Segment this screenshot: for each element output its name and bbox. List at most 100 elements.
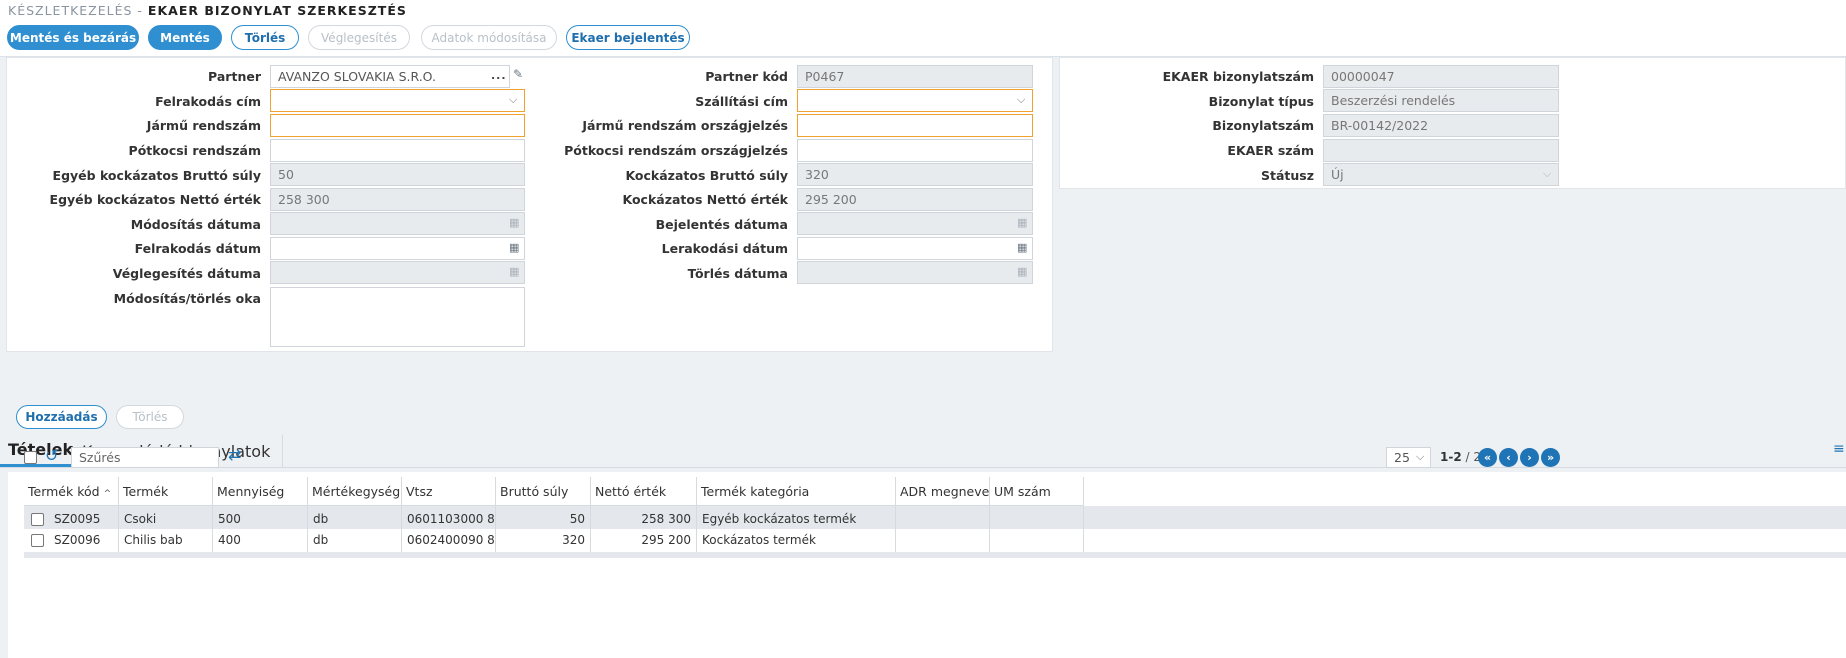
report-date-label: Bejelentés dátuma <box>655 217 788 232</box>
page-title: EKAER BIZONYLAT SZERKESZTÉS <box>147 3 407 18</box>
loading-address-select[interactable] <box>270 89 525 112</box>
partner-field[interactable]: AVANZO SLOVAKIA S.R.O. <box>270 65 510 88</box>
loading-date-input[interactable] <box>270 237 525 260</box>
doc-type-field: Beszerzési rendelés <box>1323 89 1559 112</box>
settings-icon[interactable]: ≡ <box>1833 441 1845 457</box>
partner-code-label: Partner kód <box>705 69 788 84</box>
vehicle-country-input[interactable] <box>797 114 1033 137</box>
tab-items[interactable]: Tételek <box>0 435 82 467</box>
column-header-unit[interactable]: Mértékegység <box>308 477 402 506</box>
partner-label: Partner <box>208 69 261 84</box>
ekaer-number-label: EKAER szám <box>1227 143 1314 158</box>
column-label: Termék kód <box>28 484 100 499</box>
reason-textarea[interactable] <box>270 287 525 347</box>
column-header-product[interactable]: Termék <box>119 477 213 506</box>
loading-address-label: Felrakodás cím <box>155 94 261 109</box>
reason-label: Módosítás/törlés oka <box>113 291 261 306</box>
column-header-quantity[interactable]: Mennyiség <box>213 477 308 506</box>
breadcrumb: KÉSZLETKEZELÉS - EKAER BIZONYLAT SZERKES… <box>8 3 407 18</box>
column-header-category[interactable]: Termék kategória <box>697 477 896 506</box>
unloading-date-input[interactable] <box>797 237 1033 260</box>
prev-page-icon[interactable]: ‹ <box>1499 448 1518 467</box>
column-header-un-number[interactable]: UM szám <box>990 477 1084 506</box>
ekaer-report-button[interactable]: Ekaer bejelentés <box>566 25 690 50</box>
row-checkbox[interactable] <box>31 534 44 547</box>
first-page-icon[interactable]: « <box>1478 448 1497 467</box>
other-gross-weight-label: Egyéb kockázatos Bruttó súly <box>52 168 261 183</box>
column-header-gross-weight[interactable]: Bruttó súly <box>496 477 591 506</box>
calendar-icon: ▦ <box>1017 216 1028 229</box>
chevron-down-icon[interactable]: ⌵ <box>1416 450 1424 464</box>
swap-columns-icon[interactable]: ⇄ <box>228 445 241 464</box>
page-range: 1-2 <box>1440 450 1462 464</box>
risky-net-value-field: 295 200 <box>797 188 1033 211</box>
other-net-value-field: 258 300 <box>270 188 525 211</box>
doc-number-field: BR-00142/2022 <box>1323 114 1559 137</box>
finalization-date-label: Véglegesítés dátuma <box>112 266 261 281</box>
column-header-product-code[interactable]: Termék kód ^ <box>24 477 119 506</box>
partner-code-field: P0467 <box>797 65 1033 88</box>
ekaer-doc-number-label: EKAER bizonylatszám <box>1162 69 1314 84</box>
refresh-icon[interactable]: ↺ <box>45 446 58 465</box>
risky-gross-weight-field: 320 <box>797 163 1033 186</box>
trailer-plate-input[interactable] <box>270 139 525 162</box>
finalization-date-field <box>270 261 525 284</box>
delivery-address-select[interactable] <box>797 89 1033 112</box>
column-header-adr-name[interactable]: ADR megnevezés <box>896 477 990 506</box>
doc-number-label: Bizonylatszám <box>1212 118 1314 133</box>
doc-type-label: Bizonylat típus <box>1208 94 1314 109</box>
chevron-down-icon[interactable]: ⌵ <box>1017 93 1025 107</box>
modify-data-button[interactable]: Adatok módosítása <box>421 25 557 50</box>
calendar-icon: ▦ <box>509 265 520 278</box>
trailer-plate-label: Pótkocsi rendszám <box>128 143 261 158</box>
deletion-date-field <box>797 261 1033 284</box>
add-item-button[interactable]: Hozzáadás <box>16 405 107 429</box>
ekaer-number-field <box>1323 139 1559 162</box>
save-close-button[interactable]: Mentés és bezárás <box>7 25 139 50</box>
unloading-date-label: Lerakodási dátum <box>661 241 788 256</box>
trailer-country-input[interactable] <box>797 139 1033 162</box>
other-gross-weight-field: 50 <box>270 163 525 186</box>
delivery-address-label: Szállítási cím <box>695 94 788 109</box>
report-date-field <box>797 212 1033 235</box>
edit-icon[interactable]: ✎ <box>513 67 523 81</box>
status-select: Új <box>1323 163 1559 186</box>
top-toolbar: KÉSZLETKEZELÉS - EKAER BIZONYLAT SZERKES… <box>0 0 1846 57</box>
column-header-vtsz[interactable]: Vtsz <box>402 477 496 506</box>
breadcrumb-module[interactable]: KÉSZLETKEZELÉS - <box>8 3 143 18</box>
vehicle-plate-input[interactable] <box>270 114 525 137</box>
delete-button[interactable]: Törlés <box>231 25 299 50</box>
modification-date-field <box>270 212 525 235</box>
risky-net-value-label: Kockázatos Nettó érték <box>622 192 788 207</box>
loading-date-label: Felrakodás dátum <box>134 241 261 256</box>
ekaer-doc-number-field: 00000047 <box>1323 65 1559 88</box>
row-checkbox[interactable] <box>31 513 44 526</box>
chevron-down-icon: ⌵ <box>1543 167 1552 180</box>
filter-input[interactable]: Szűrés <box>71 447 219 468</box>
vehicle-plate-label: Jármű rendszám <box>146 118 261 133</box>
calendar-icon: ▦ <box>1017 265 1028 278</box>
calendar-icon[interactable]: ▦ <box>509 241 519 254</box>
sort-asc-icon[interactable]: ^ <box>104 489 112 499</box>
finalize-button[interactable]: Véglegesítés <box>308 25 410 50</box>
risky-gross-weight-label: Kockázatos Bruttó súly <box>625 168 788 183</box>
last-page-icon[interactable]: » <box>1541 448 1560 467</box>
save-button[interactable]: Mentés <box>148 25 222 50</box>
chevron-down-icon[interactable]: ⌵ <box>509 93 517 107</box>
status-label: Státusz <box>1260 168 1314 183</box>
other-net-value-label: Egyéb kockázatos Nettó érték <box>49 192 261 207</box>
calendar-icon: ▦ <box>509 216 520 229</box>
more-icon[interactable]: ... <box>491 69 507 82</box>
vehicle-country-label: Jármű rendszám országjelzés <box>582 118 788 133</box>
calendar-icon[interactable]: ▦ <box>1017 241 1027 254</box>
next-page-icon[interactable]: › <box>1520 448 1539 467</box>
modification-date-label: Módosítás dátuma <box>130 217 261 232</box>
delete-item-button[interactable]: Törlés <box>116 405 184 429</box>
pagination-info: 1-2 / 2 <box>1440 450 1481 464</box>
column-header-net-value[interactable]: Nettó érték <box>591 477 697 506</box>
trailer-country-label: Pótkocsi rendszám országjelzés <box>564 143 788 158</box>
deletion-date-label: Törlés dátuma <box>687 266 788 281</box>
tab-bar: Tételek Kapcsolódó bizonylatok ≡ <box>0 435 1846 468</box>
select-all-checkbox[interactable] <box>24 451 37 464</box>
table-row-partial <box>24 552 1846 558</box>
